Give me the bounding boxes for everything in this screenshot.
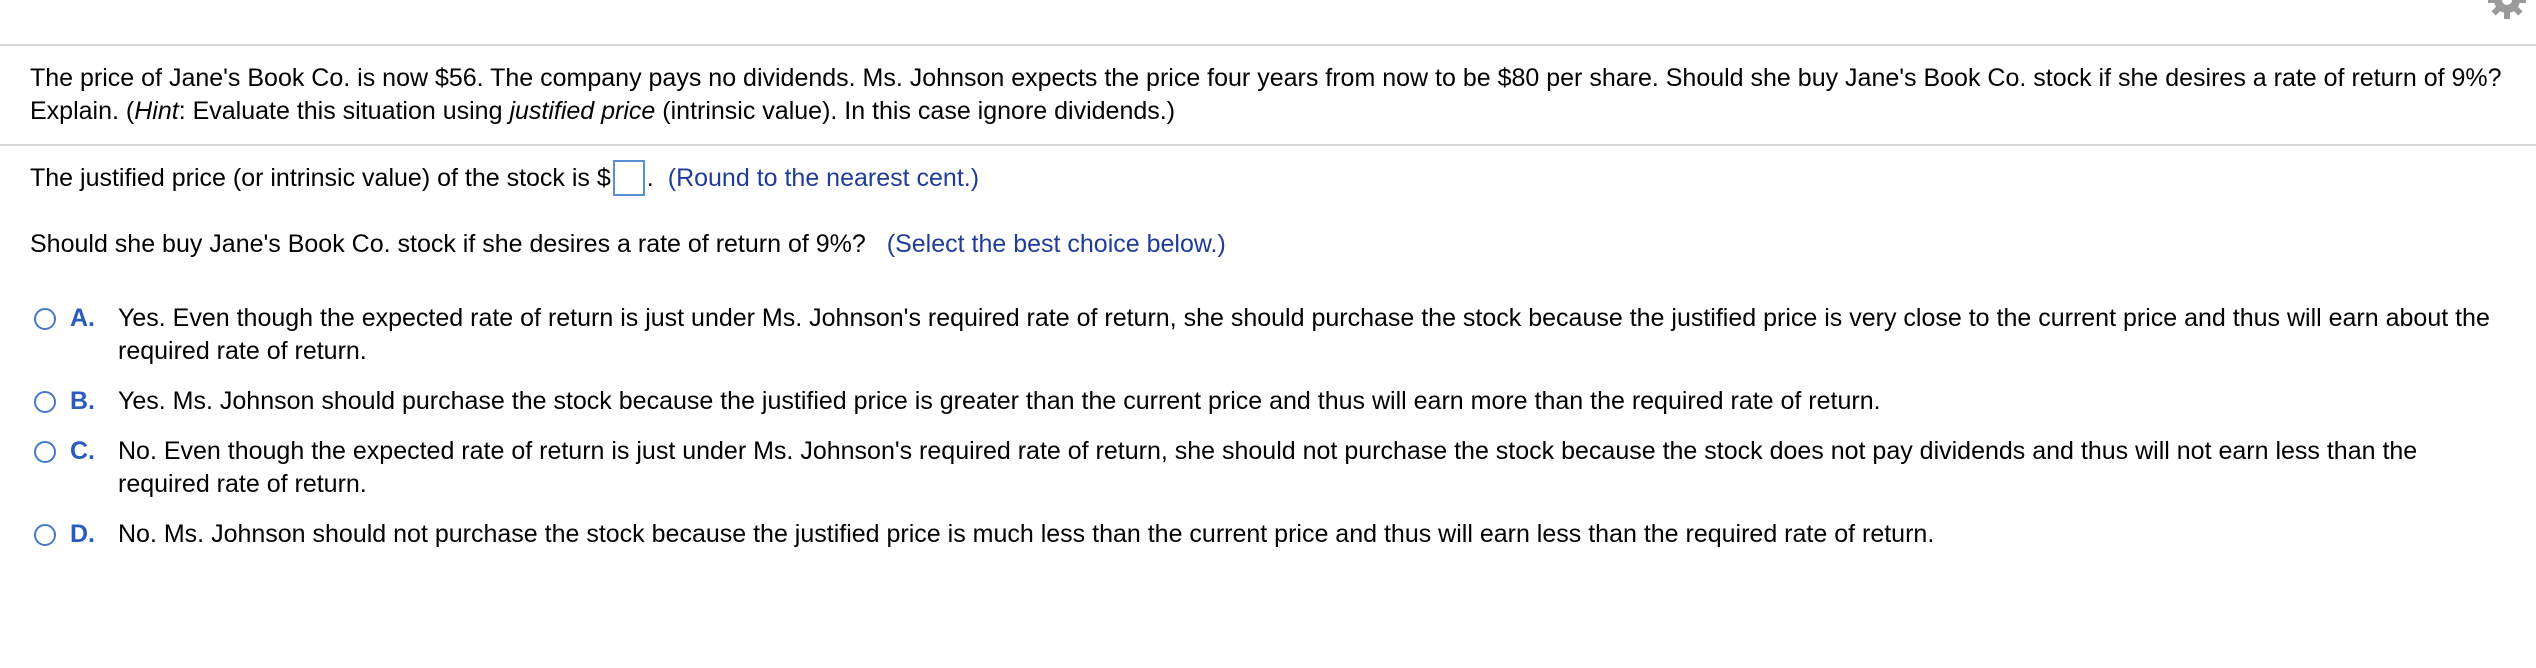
justified-price-term: justified price [509, 97, 656, 125]
question-text-mid: : Evaluate this situation using [178, 97, 510, 125]
choice-b-radio[interactable] [34, 391, 56, 413]
justified-price-answer-input[interactable] [612, 160, 645, 196]
choice-b[interactable]: B. Yes. Ms. Johnson should purchase the … [34, 385, 2514, 418]
choice-c-letter: C. [70, 437, 95, 465]
choice-c[interactable]: C. No. Even though the expected rate of … [34, 435, 2514, 501]
justified-price-label: The justified price (or intrinsic value)… [30, 164, 611, 192]
choice-d[interactable]: D. No. Ms. Johnson should not purchase t… [34, 518, 2514, 551]
choice-list: A. Yes. Even though the expected rate of… [34, 302, 2514, 568]
buy-question-prompt: Should she buy Jane's Book Co. stock if … [30, 226, 1226, 262]
choice-a-letter: A. [70, 304, 95, 332]
justified-price-prompt: The justified price (or intrinsic value)… [30, 160, 979, 196]
choice-d-letter: D. [70, 520, 95, 548]
choice-c-text: No. Even though the expected rate of ret… [118, 437, 2418, 498]
select-hint: (Select the best choice below.) [886, 230, 1226, 258]
choice-d-radio[interactable] [34, 524, 56, 546]
choice-a-text: Yes. Even though the expected rate of re… [118, 304, 2490, 365]
answer-period: . [646, 164, 654, 192]
choice-a[interactable]: A. Yes. Even though the expected rate of… [34, 302, 2514, 368]
choice-b-text: Yes. Ms. Johnson should purchase the sto… [118, 387, 1881, 415]
choice-c-radio[interactable] [34, 441, 56, 463]
choice-a-radio[interactable] [34, 308, 56, 330]
hint-label: Hint [134, 97, 179, 125]
question-text: The price of Jane's Book Co. is now $56.… [30, 62, 2520, 128]
buy-question-label: Should she buy Jane's Book Co. stock if … [30, 230, 866, 258]
top-divider [0, 44, 2536, 46]
choice-d-text: No. Ms. Johnson should not purchase the … [118, 520, 1935, 548]
round-hint: (Round to the nearest cent.) [667, 164, 980, 192]
question-text-end: (intrinsic value). In this case ignore d… [655, 97, 1176, 125]
question-divider [0, 144, 2536, 146]
choice-b-letter: B. [70, 387, 95, 415]
gear-icon[interactable] [2487, 0, 2527, 20]
